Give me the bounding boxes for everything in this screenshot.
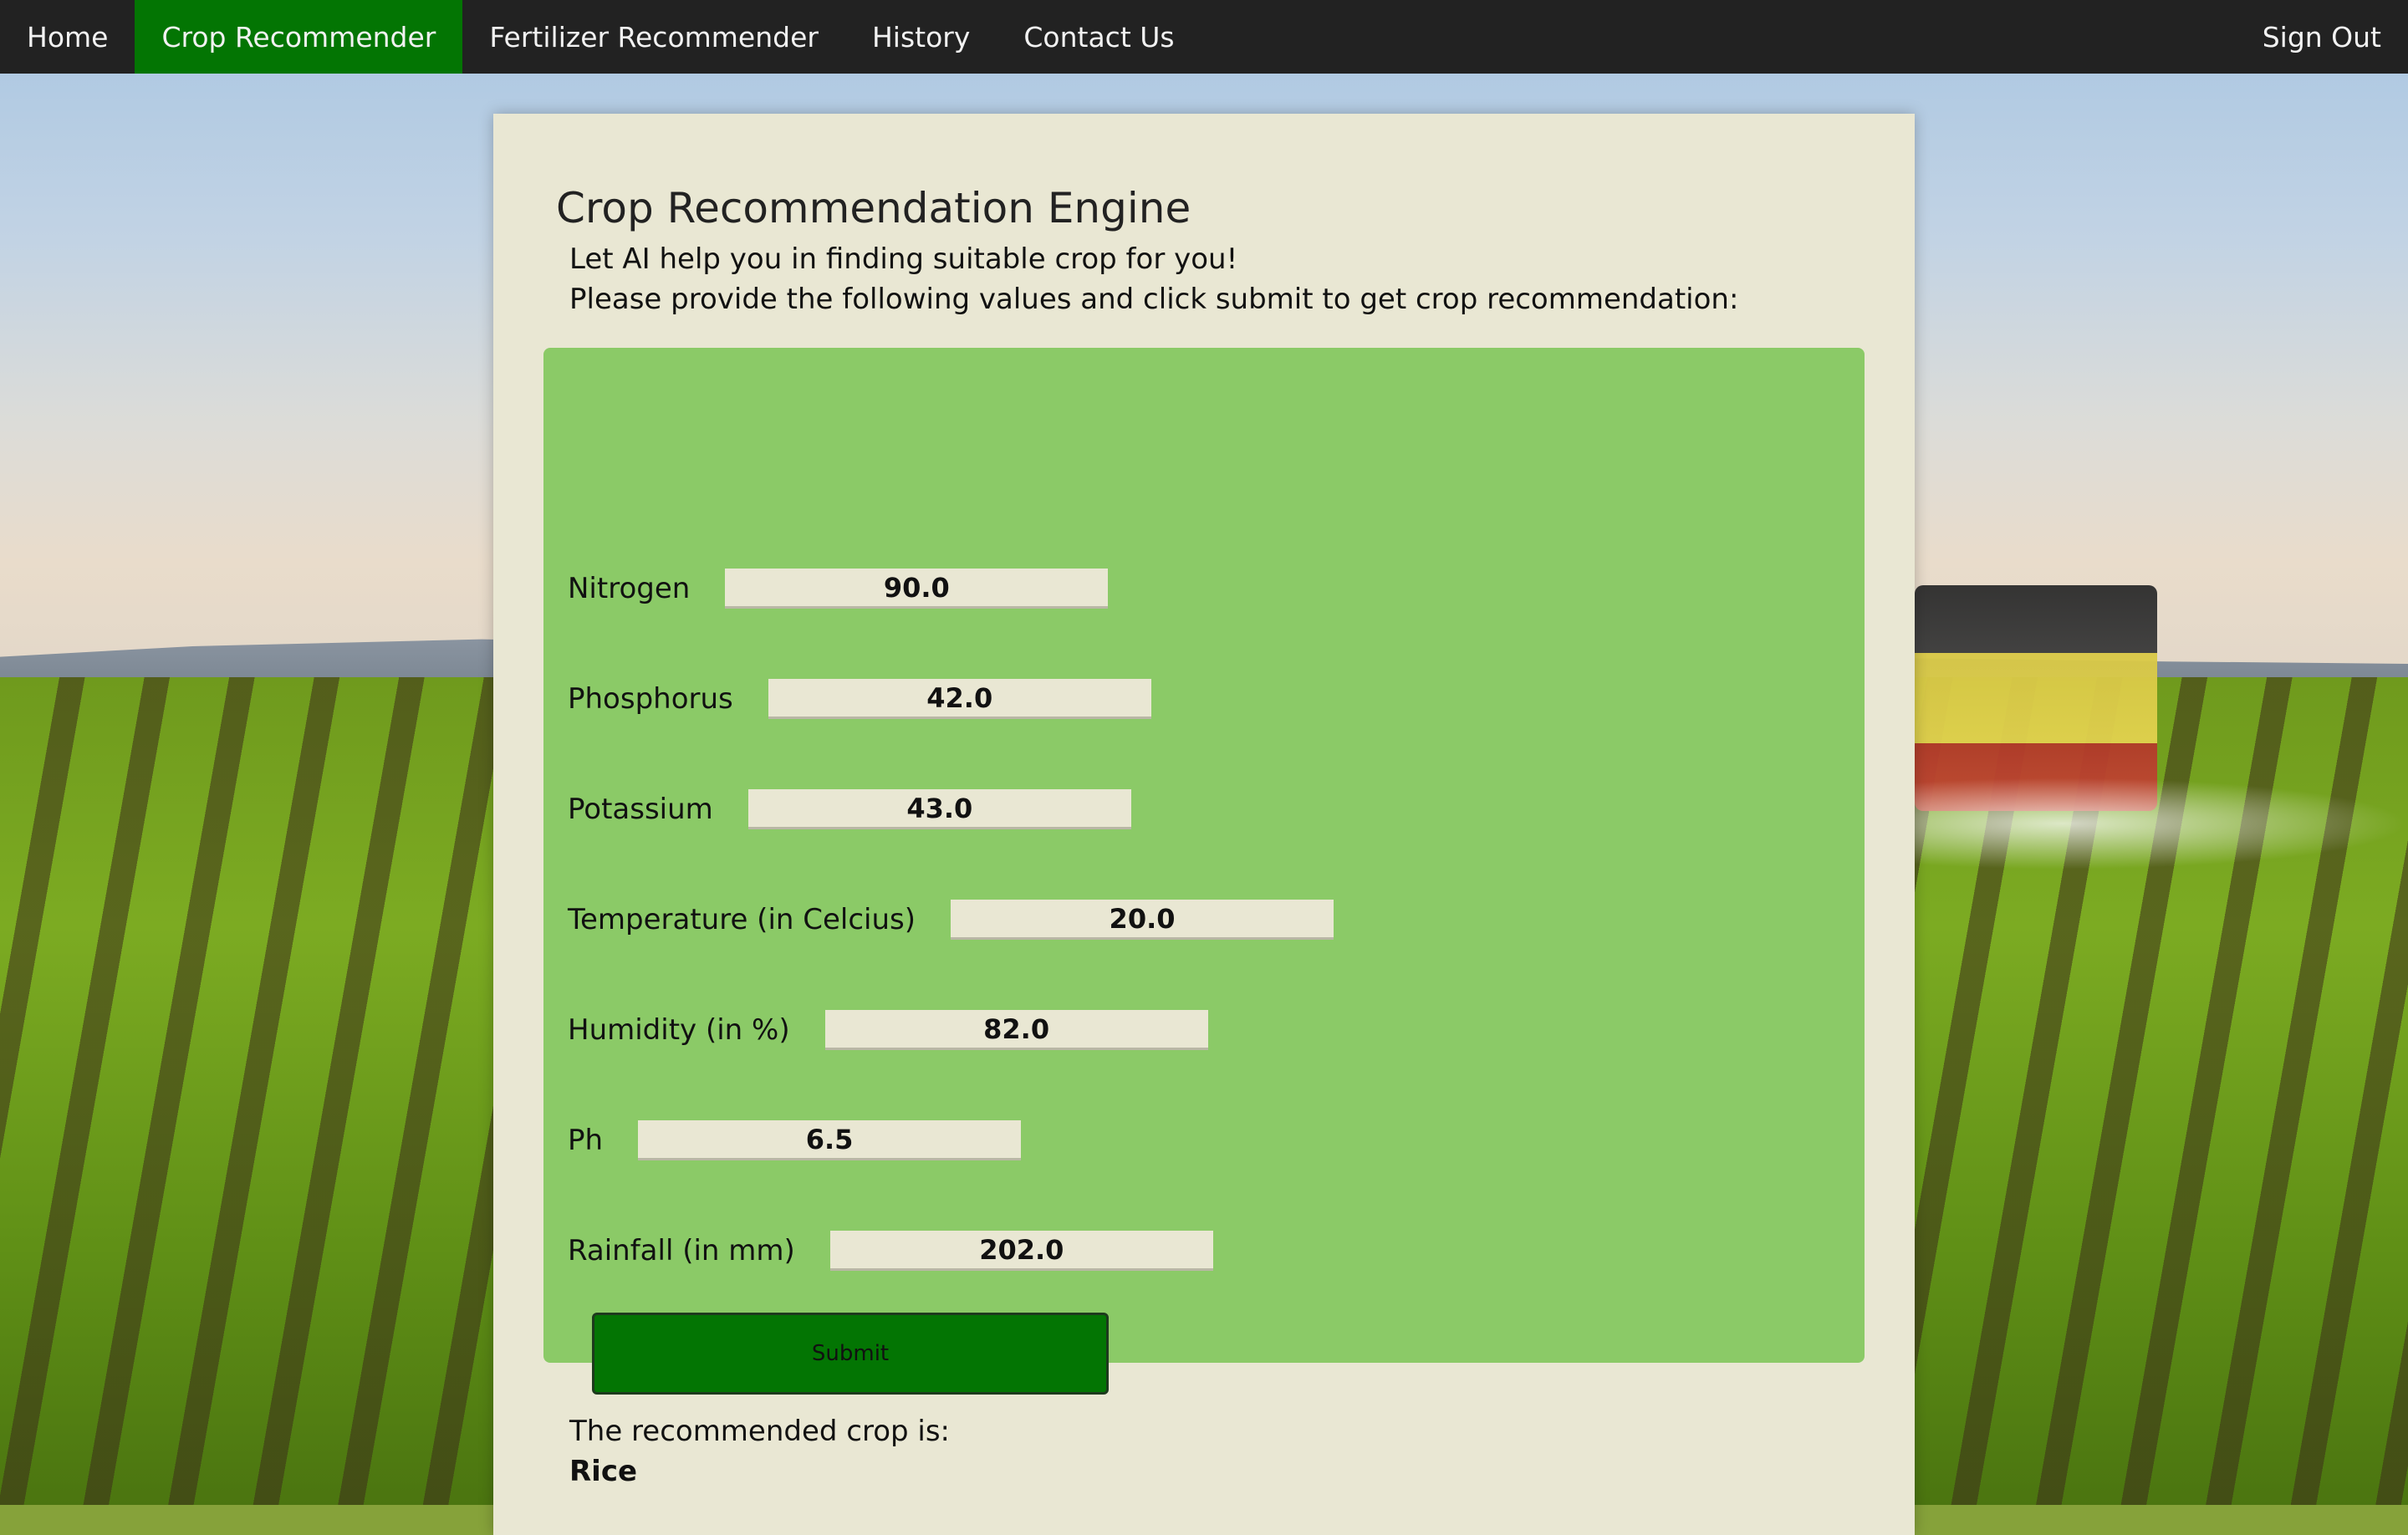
nav-spacer	[1201, 0, 2236, 74]
phosphorus-input[interactable]	[768, 679, 1151, 719]
temperature-row: Temperature (in Celcius)	[568, 900, 1334, 940]
top-navbar: Home Crop Recommender Fertilizer Recomme…	[0, 0, 2408, 74]
rainfall-row: Rainfall (in mm)	[568, 1231, 1213, 1271]
recommendation-card: Crop Recommendation Engine Let AI help y…	[493, 114, 1915, 1535]
page-instructions: Please provide the following values and …	[569, 283, 1739, 316]
temperature-label: Temperature (in Celcius)	[568, 903, 916, 936]
nitrogen-row: Nitrogen	[568, 569, 1109, 609]
ph-label: Ph	[568, 1124, 604, 1157]
potassium-label: Potassium	[568, 793, 713, 826]
phosphorus-row: Phosphorus	[568, 679, 1151, 719]
nitrogen-input[interactable]	[725, 569, 1109, 609]
rainfall-label: Rainfall (in mm)	[568, 1234, 795, 1267]
potassium-row: Potassium	[568, 789, 1131, 829]
ph-input[interactable]	[638, 1120, 1022, 1160]
temperature-input[interactable]	[951, 900, 1334, 940]
potassium-input[interactable]	[747, 789, 1131, 829]
humidity-row: Humidity (in %)	[568, 1010, 1208, 1050]
nav-history[interactable]: History	[845, 0, 997, 74]
nav-contact-us[interactable]: Contact Us	[997, 0, 1201, 74]
humidity-label: Humidity (in %)	[568, 1013, 790, 1047]
result-label: The recommended crop is:	[569, 1415, 951, 1448]
spray-mist	[1915, 778, 2408, 869]
ph-row: Ph	[568, 1120, 1022, 1160]
page-subtitle: Let AI help you in finding suitable crop…	[569, 242, 1238, 276]
sign-out-link[interactable]: Sign Out	[2236, 0, 2408, 74]
phosphorus-label: Phosphorus	[568, 682, 733, 716]
submit-button[interactable]: Submit	[592, 1313, 1109, 1395]
nav-crop-recommender[interactable]: Crop Recommender	[135, 0, 463, 74]
recommended-crop: Rice	[569, 1455, 638, 1488]
nitrogen-label: Nitrogen	[568, 572, 691, 605]
crop-input-form: Nitrogen Phosphorus Potassium Temperatur…	[543, 348, 1865, 1395]
page-title: Crop Recommendation Engine	[556, 184, 1191, 232]
nav-home[interactable]: Home	[0, 0, 135, 74]
humidity-input[interactable]	[824, 1010, 1208, 1050]
nav-fertilizer-recommender[interactable]: Fertilizer Recommender	[462, 0, 845, 74]
rainfall-input[interactable]	[829, 1231, 1213, 1271]
